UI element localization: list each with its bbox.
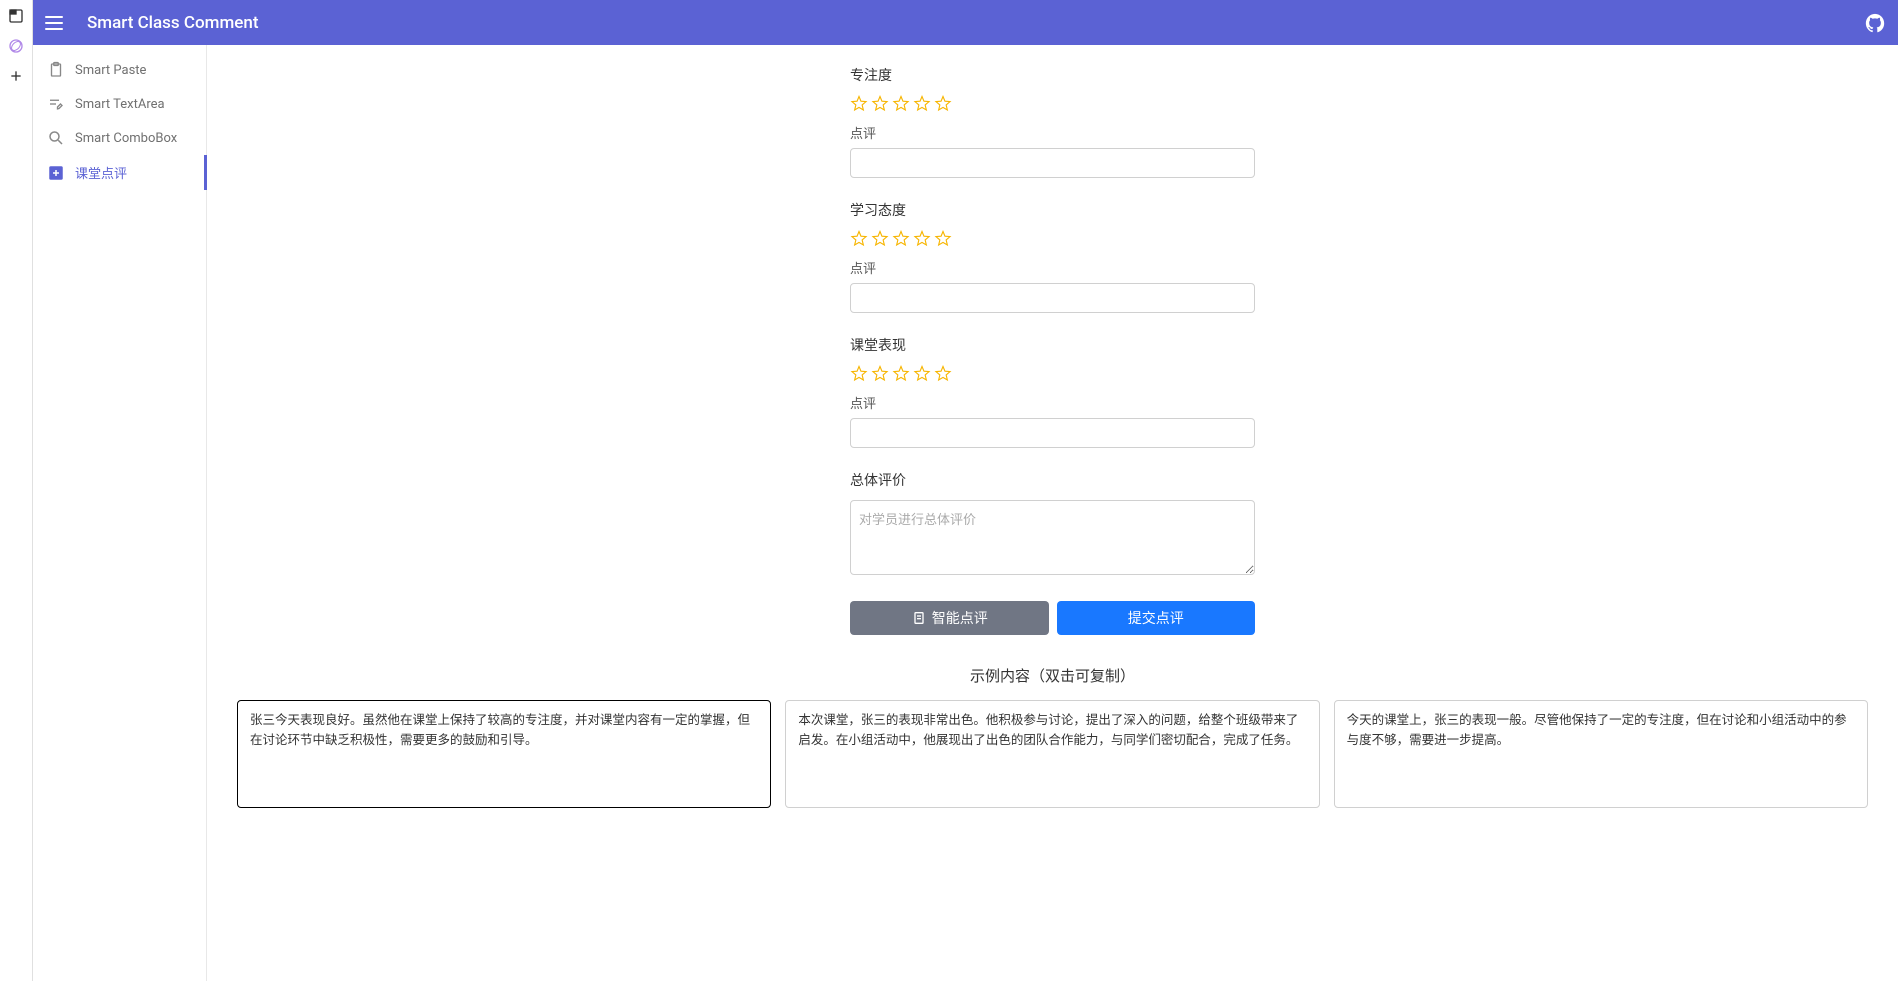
plus-box-icon bbox=[47, 164, 65, 182]
performance-comment-input[interactable] bbox=[850, 418, 1255, 448]
menu-toggle-button[interactable] bbox=[45, 11, 69, 35]
edit-icon bbox=[47, 95, 65, 113]
rail-panel-icon[interactable] bbox=[6, 6, 26, 26]
star-icon[interactable] bbox=[850, 95, 868, 113]
example-card[interactable]: 今天的课堂上，张三的表现一般。尽管他保持了一定的专注度，但在讨论和小组活动中的参… bbox=[1334, 700, 1868, 808]
sidebar-item-class-comment[interactable]: 课堂点评 bbox=[33, 155, 207, 190]
section-title: 总体评价 bbox=[850, 470, 1255, 490]
section-title: 课堂表现 bbox=[850, 335, 1255, 355]
star-icon[interactable] bbox=[871, 365, 889, 383]
section-title: 专注度 bbox=[850, 65, 1255, 85]
star-icon[interactable] bbox=[934, 365, 952, 383]
star-icon[interactable] bbox=[850, 230, 868, 248]
main-content: 专注度 点评 学习态度 bbox=[207, 45, 1898, 981]
examples-heading: 示例内容（双击可复制） bbox=[237, 665, 1868, 686]
star-icon[interactable] bbox=[850, 365, 868, 383]
example-card[interactable]: 本次课堂，张三的表现非常出色。他积极参与讨论，提出了深入的问题，给整个班级带来了… bbox=[785, 700, 1319, 808]
star-icon[interactable] bbox=[934, 95, 952, 113]
performance-rating bbox=[850, 365, 1255, 383]
star-icon[interactable] bbox=[892, 95, 910, 113]
button-label: 智能点评 bbox=[932, 608, 988, 628]
example-card[interactable]: 张三今天表现良好。虽然他在课堂上保持了较高的专注度，并对课堂内容有一定的掌握，但… bbox=[237, 700, 771, 808]
app-header: Smart Class Comment bbox=[33, 0, 1898, 45]
app-title: Smart Class Comment bbox=[87, 13, 259, 33]
sidebar-item-smart-textarea[interactable]: Smart TextArea bbox=[33, 87, 206, 121]
rail-blazor-icon[interactable] bbox=[6, 36, 26, 56]
star-icon[interactable] bbox=[913, 95, 931, 113]
smart-comment-button[interactable]: 智能点评 bbox=[850, 601, 1049, 635]
sidebar-item-smart-combobox[interactable]: Smart ComboBox bbox=[33, 121, 206, 155]
sidebar-item-label: Smart TextArea bbox=[75, 97, 165, 112]
section-attitude: 学习态度 点评 bbox=[850, 200, 1255, 313]
button-label: 提交点评 bbox=[1128, 608, 1184, 628]
clipboard-icon bbox=[47, 61, 65, 79]
sidebar-item-label: Smart Paste bbox=[75, 63, 146, 78]
sidebar-item-label: Smart ComboBox bbox=[75, 131, 177, 146]
star-icon[interactable] bbox=[913, 230, 931, 248]
comment-label: 点评 bbox=[850, 393, 1255, 412]
attitude-rating bbox=[850, 230, 1255, 248]
rail-add-icon[interactable] bbox=[6, 66, 26, 86]
attitude-comment-input[interactable] bbox=[850, 283, 1255, 313]
star-icon[interactable] bbox=[934, 230, 952, 248]
star-icon[interactable] bbox=[892, 365, 910, 383]
overall-comment-textarea[interactable] bbox=[850, 500, 1255, 575]
sidebar: Smart Paste Smart TextArea Smart ComboBo… bbox=[33, 45, 207, 981]
sidebar-item-smart-paste[interactable]: Smart Paste bbox=[33, 53, 206, 87]
star-icon[interactable] bbox=[871, 230, 889, 248]
focus-comment-input[interactable] bbox=[850, 148, 1255, 178]
comment-label: 点评 bbox=[850, 123, 1255, 142]
comment-label: 点评 bbox=[850, 258, 1255, 277]
github-icon[interactable] bbox=[1864, 12, 1886, 34]
section-focus: 专注度 点评 bbox=[850, 65, 1255, 178]
sparkle-icon bbox=[911, 610, 927, 626]
focus-rating bbox=[850, 95, 1255, 113]
section-title: 学习态度 bbox=[850, 200, 1255, 220]
submit-comment-button[interactable]: 提交点评 bbox=[1057, 601, 1256, 635]
search-icon bbox=[47, 129, 65, 147]
star-icon[interactable] bbox=[892, 230, 910, 248]
section-overall: 总体评价 bbox=[850, 470, 1255, 579]
star-icon[interactable] bbox=[913, 365, 931, 383]
section-performance: 课堂表现 点评 bbox=[850, 335, 1255, 448]
star-icon[interactable] bbox=[871, 95, 889, 113]
sidebar-item-label: 课堂点评 bbox=[75, 163, 127, 182]
